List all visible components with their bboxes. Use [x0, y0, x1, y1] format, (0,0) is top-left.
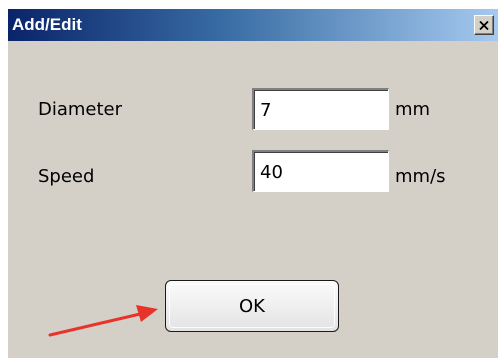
ok-button-label: OK [239, 295, 265, 317]
speed-label: Speed [38, 166, 95, 187]
ok-button[interactable]: OK [165, 280, 339, 332]
title-bar[interactable]: Add/Edit [8, 9, 498, 41]
diameter-label: Diameter [38, 99, 123, 120]
diameter-unit: mm [395, 99, 431, 120]
diameter-input[interactable] [252, 88, 389, 130]
close-button[interactable] [474, 15, 494, 35]
window-title: Add/Edit [12, 15, 82, 34]
speed-input[interactable] [252, 150, 389, 192]
speed-unit: mm/s [395, 166, 446, 187]
close-icon [479, 20, 489, 30]
